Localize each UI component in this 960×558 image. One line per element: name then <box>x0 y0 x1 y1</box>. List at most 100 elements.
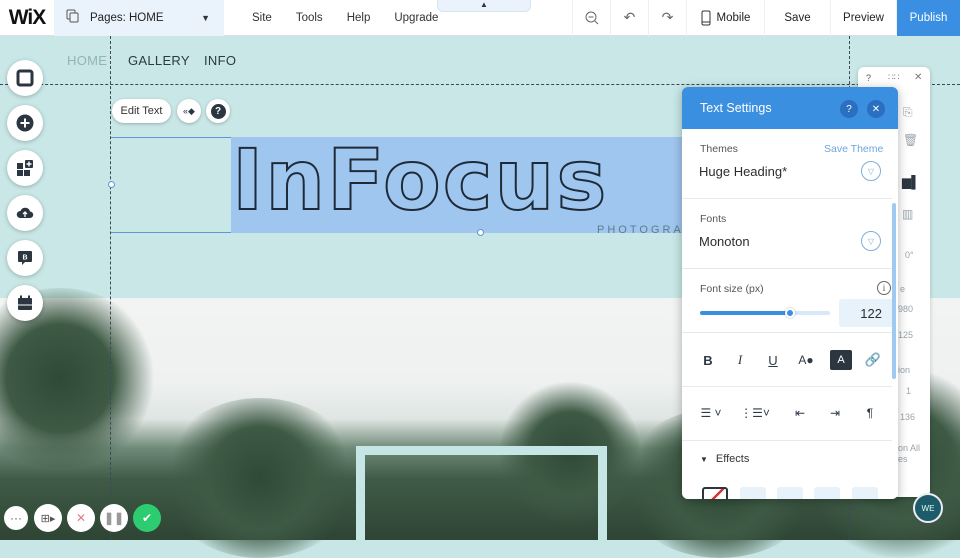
chevron-up-icon: ▲ <box>480 0 488 9</box>
site-subheading[interactable]: PHOTOGRA <box>597 224 684 236</box>
avatar[interactable]: WE <box>913 493 943 523</box>
theme-value[interactable]: Huge Heading* <box>699 164 787 179</box>
format-section: B I U A● A 🔗 <box>682 333 892 387</box>
decrease-indent-button[interactable]: ⇤ <box>790 403 810 423</box>
themes-section: Themes Save Theme Huge Heading* ▽ <box>682 129 892 199</box>
slider-knob[interactable] <box>784 308 795 318</box>
panel-title: Text Settings <box>700 101 772 115</box>
text-color-button[interactable]: A● <box>796 350 816 370</box>
effects-label: Effects <box>715 453 750 465</box>
effect-none-button[interactable] <box>702 487 728 499</box>
site-heading[interactable]: InFocus <box>232 134 687 226</box>
camera-button[interactable]: ⊞▸ <box>34 504 62 532</box>
align-dropdown[interactable]: ☰ ˅ <box>696 403 726 423</box>
align-icon[interactable]: ▥ <box>902 207 913 221</box>
menu-tools[interactable]: Tools <box>284 12 335 24</box>
effects-toggle[interactable]: ▼ Effects <box>700 453 749 465</box>
mobile-button[interactable]: Mobile <box>686 0 764 36</box>
caret-down-icon: ▼ <box>700 454 708 464</box>
list-dropdown[interactable]: ⋮☰˅ <box>740 403 770 423</box>
nav-gallery[interactable]: GALLERY <box>128 53 190 68</box>
add-apps-tool[interactable] <box>7 150 43 186</box>
theme-dropdown-button[interactable]: ▽ <box>861 161 881 181</box>
text-color-icon: A● <box>798 353 814 367</box>
animation-button[interactable]: «◆ <box>177 99 201 123</box>
text-direction-button[interactable]: ¶ <box>860 403 880 423</box>
redo-icon: ↷ <box>661 9 674 25</box>
resize-handle-left[interactable] <box>108 181 115 188</box>
blog-tool[interactable]: B <box>7 240 43 276</box>
camera-icon: ⊞▸ <box>40 512 56 525</box>
partial-text: es <box>898 454 908 464</box>
drag-handle-icon[interactable]: ∷∷ <box>888 72 899 83</box>
effect-option-2[interactable] <box>777 487 803 499</box>
effect-option-1[interactable] <box>740 487 766 499</box>
bold-button[interactable]: B <box>698 350 718 370</box>
height-value: 125 <box>898 330 914 340</box>
y-value: 136 <box>900 412 916 422</box>
increase-indent-button[interactable]: ⇥ <box>825 403 845 423</box>
align-center-icon: ☰ ˅ <box>700 406 722 420</box>
zoom-out-icon <box>585 11 598 24</box>
panel-help-button[interactable]: ? <box>840 100 858 118</box>
paste-icon[interactable]: ⎘ <box>903 105 913 120</box>
nav-home[interactable]: HOME <box>67 53 107 68</box>
save-theme-link[interactable]: Save Theme <box>824 143 883 155</box>
link-button[interactable]: 🔗 <box>863 350 883 370</box>
collapse-toolbar-tab[interactable]: ▲ <box>437 0 531 12</box>
finish-recording-button[interactable]: ✔ <box>133 504 161 532</box>
edit-text-button[interactable]: Edit Text <box>112 99 171 123</box>
preview-button[interactable]: Preview <box>830 0 896 36</box>
menu-help[interactable]: Help <box>335 12 383 24</box>
resize-handle-bottom[interactable] <box>477 229 484 236</box>
effect-option-3[interactable] <box>814 487 840 499</box>
arrange-icon[interactable]: ▆▌ <box>902 175 920 189</box>
header-guide-line <box>0 84 960 85</box>
italic-button[interactable]: I <box>730 350 750 370</box>
pages-dropdown[interactable]: Pages: HOME ▼ <box>54 0 224 36</box>
menu-upgrade[interactable]: Upgrade <box>382 12 450 24</box>
top-menu: Site Tools Help Upgrade <box>240 12 450 24</box>
font-dropdown-button[interactable]: ▽ <box>861 231 881 251</box>
panel-close-button[interactable]: ✕ <box>867 100 885 118</box>
info-icon[interactable]: i <box>877 281 891 295</box>
help-button[interactable]: ? <box>206 99 230 123</box>
cancel-recording-button[interactable]: ✕ <box>67 504 95 532</box>
pause-button[interactable]: ❚❚ <box>100 504 128 532</box>
nav-info[interactable]: INFO <box>204 53 236 68</box>
close-icon: ✕ <box>75 511 87 525</box>
x-value: 1 <box>906 386 912 396</box>
bullet-list-icon: ⋮☰˅ <box>740 406 770 420</box>
delete-icon[interactable]: 🗑 <box>903 133 918 147</box>
svg-text:B: B <box>22 255 27 262</box>
highlight-color-button[interactable]: A <box>830 350 852 370</box>
redo-button[interactable]: ↷ <box>648 0 686 36</box>
pages-icon <box>66 9 80 26</box>
effect-option-4[interactable] <box>852 487 878 499</box>
underline-button[interactable]: U <box>763 350 783 370</box>
text-settings-panel: Text Settings ? ✕ Themes Save Theme Huge… <box>682 87 898 499</box>
bookings-tool[interactable] <box>7 285 43 321</box>
menu-site[interactable]: Site <box>240 12 284 24</box>
wix-logo[interactable]: WiX <box>0 0 54 36</box>
upload-tool[interactable] <box>7 195 43 231</box>
font-size-label: Font size (px) <box>700 283 764 295</box>
zoom-out-button[interactable] <box>572 0 610 36</box>
partial-text: e <box>900 284 906 294</box>
close-icon[interactable]: ✕ <box>914 72 922 83</box>
font-size-slider[interactable] <box>700 308 830 318</box>
font-size-input[interactable]: 122 <box>839 299 894 327</box>
undo-button[interactable]: ↶ <box>610 0 648 36</box>
gallery-frame[interactable] <box>356 446 607 546</box>
background-tool[interactable] <box>7 60 43 96</box>
checkmark-icon: ✔ <box>141 511 153 525</box>
font-value[interactable]: Monoton <box>699 234 750 249</box>
more-options-button[interactable]: ··· <box>4 506 28 530</box>
blog-icon: B <box>18 251 32 265</box>
publish-button[interactable]: Publish <box>896 0 960 36</box>
add-tool[interactable] <box>7 105 43 141</box>
mobile-label: Mobile <box>716 11 751 24</box>
save-button[interactable]: Save <box>764 0 830 36</box>
mini-help-button[interactable]: ? <box>866 73 871 83</box>
panel-scrollbar[interactable] <box>892 203 896 379</box>
